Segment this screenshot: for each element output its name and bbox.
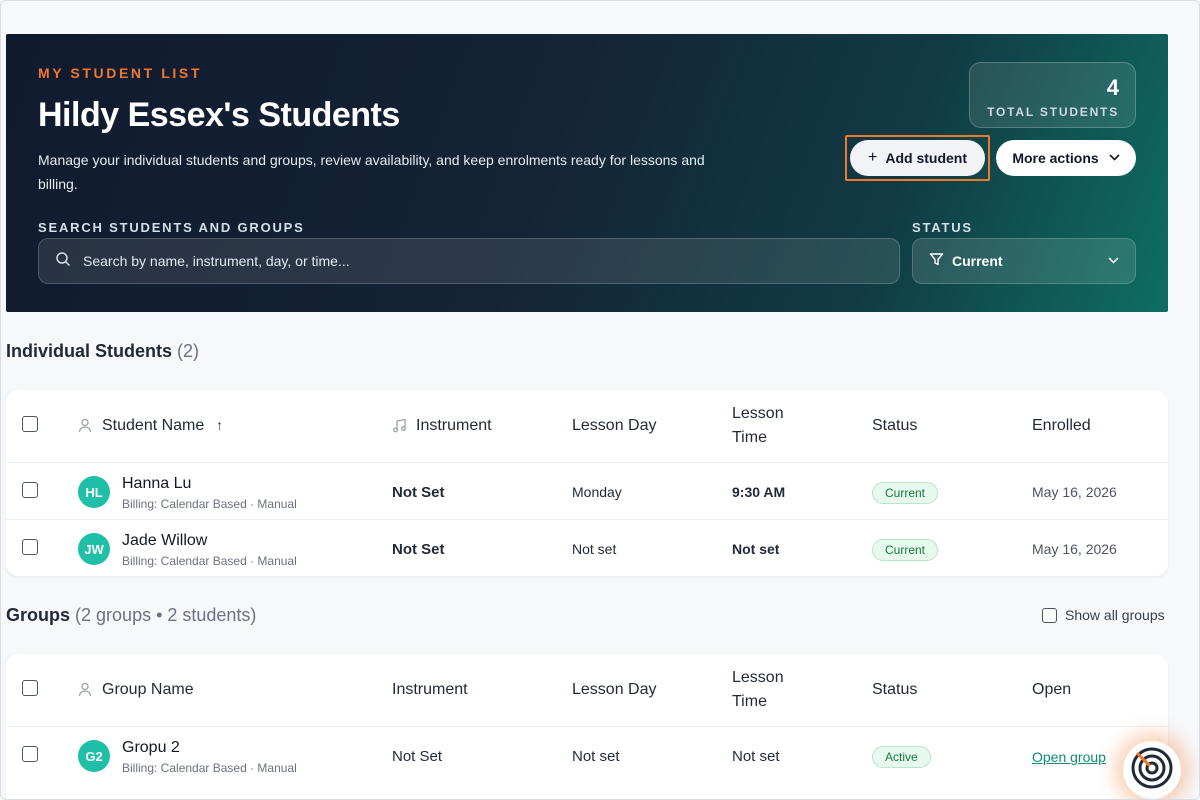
groups-count: (2 groups • 2 students) — [75, 605, 257, 625]
groups-title: Groups — [6, 605, 71, 625]
sort-up-icon[interactable]: ↑ — [216, 417, 223, 433]
column-group-name[interactable]: Group Name — [102, 681, 194, 699]
status-label: STATUS — [912, 220, 973, 235]
avatar: JW — [78, 533, 110, 565]
user-icon — [78, 418, 92, 436]
show-all-groups-checkbox[interactable] — [1042, 607, 1057, 623]
show-all-groups-toggle[interactable]: Show all groups — [1042, 607, 1165, 623]
table-row[interactable]: G2 Gropu 2 Billing: Calendar Based · Man… — [6, 726, 1168, 783]
search-icon — [55, 251, 71, 272]
lesson-time-value: Not set — [732, 748, 780, 765]
column-lesson-day[interactable]: Lesson Day — [572, 417, 657, 435]
instrument-value: Not Set — [392, 541, 445, 558]
page-header: MY STUDENT LIST Hildy Essex's Students M… — [6, 34, 1168, 312]
more-actions-button[interactable]: More actions — [996, 140, 1136, 176]
column-open[interactable]: Open — [1032, 681, 1071, 699]
table-header: Group Name Instrument Lesson Day Lesson … — [6, 654, 1168, 726]
total-students-value: 4 — [1106, 75, 1119, 100]
lesson-time-value: Not set — [732, 541, 780, 557]
lesson-day-value: Monday — [572, 484, 622, 500]
individual-students-table: Student Name ↑ Instrument Lesson Day Les… — [6, 390, 1168, 576]
page-description: Manage your individual students and grou… — [38, 152, 705, 192]
chevron-down-icon — [1108, 255, 1119, 267]
page-title: Hildy Essex's Students — [38, 96, 400, 134]
column-enrolled[interactable]: Enrolled — [1032, 417, 1091, 435]
status-select[interactable]: Current — [912, 238, 1136, 284]
status-badge: Current — [872, 539, 939, 561]
enrolled-date: May 16, 2026 — [1032, 541, 1117, 557]
avatar: HL — [78, 476, 110, 508]
column-instrument[interactable]: Instrument — [416, 417, 492, 435]
individual-students-heading: Individual Students (2) — [6, 341, 199, 362]
student-name[interactable]: Jade Willow — [122, 532, 207, 550]
user-icon — [78, 682, 92, 700]
column-lesson-time-line2[interactable]: Time — [732, 429, 767, 447]
billing-info: Billing: Calendar Based · Manual — [122, 761, 297, 775]
row-checkbox[interactable] — [22, 482, 38, 498]
status-badge: Current — [872, 482, 939, 504]
billing-info: Billing: Calendar Based · Manual — [122, 497, 297, 511]
column-student-name[interactable]: Student Name — [102, 417, 204, 435]
total-students-card: 4 TOTAL STUDENTS — [969, 62, 1136, 128]
search-box — [38, 238, 900, 284]
column-status[interactable]: Status — [872, 681, 917, 699]
column-lesson-day[interactable]: Lesson Day — [572, 681, 657, 699]
individual-students-count: (2) — [177, 341, 200, 361]
search-label: SEARCH STUDENTS AND GROUPS — [38, 220, 305, 235]
avatar: G2 — [78, 740, 110, 772]
more-actions-label: More actions — [1012, 150, 1099, 166]
column-lesson-time-line2[interactable]: Time — [732, 693, 767, 711]
open-group-link[interactable]: Open group — [1032, 749, 1106, 765]
table-row[interactable]: HL Hanna Lu Billing: Calendar Based · Ma… — [6, 462, 1168, 519]
column-lesson-time-line1[interactable]: Lesson — [732, 669, 784, 687]
status-badge: Active — [872, 746, 931, 768]
assistant-icon — [1130, 746, 1174, 795]
select-all-checkbox[interactable] — [22, 680, 38, 696]
page-eyebrow: MY STUDENT LIST — [38, 65, 202, 81]
table-row[interactable]: JW Jade Willow Billing: Calendar Based ·… — [6, 519, 1168, 576]
app-window: MY STUDENT LIST Hildy Essex's Students M… — [0, 0, 1200, 800]
group-name[interactable]: Gropu 2 — [122, 739, 180, 757]
filter-icon — [929, 252, 944, 270]
show-all-groups-label: Show all groups — [1065, 607, 1165, 623]
status-select-value: Current — [952, 253, 1003, 269]
music-note-icon — [392, 418, 407, 436]
chevron-down-icon — [1109, 152, 1120, 164]
search-input[interactable] — [83, 253, 899, 269]
billing-info: Billing: Calendar Based · Manual — [122, 554, 297, 568]
plus-icon: + — [868, 149, 878, 166]
groups-table: Group Name Instrument Lesson Day Lesson … — [6, 654, 1168, 799]
enrolled-date: May 16, 2026 — [1032, 484, 1117, 500]
column-lesson-time-line1[interactable]: Lesson — [732, 405, 784, 423]
add-student-button[interactable]: + Add student — [850, 140, 985, 176]
select-all-checkbox[interactable] — [22, 416, 38, 432]
instrument-value: Not Set — [392, 748, 443, 765]
student-name[interactable]: Hanna Lu — [122, 475, 191, 493]
lesson-day-value: Not set — [572, 748, 620, 765]
column-instrument[interactable]: Instrument — [392, 681, 468, 699]
assistant-button[interactable] — [1123, 741, 1181, 799]
total-students-label: TOTAL STUDENTS — [987, 105, 1119, 119]
lesson-day-value: Not set — [572, 541, 617, 557]
instrument-value: Not Set — [392, 484, 445, 501]
table-header: Student Name ↑ Instrument Lesson Day Les… — [6, 390, 1168, 462]
row-checkbox[interactable] — [22, 539, 38, 555]
column-status[interactable]: Status — [872, 417, 917, 435]
lesson-time-value: 9:30 AM — [732, 484, 786, 500]
groups-heading: Groups (2 groups • 2 students) — [6, 605, 256, 626]
individual-students-title: Individual Students — [6, 341, 173, 361]
row-checkbox[interactable] — [22, 746, 38, 762]
add-student-label: Add student — [885, 150, 967, 166]
